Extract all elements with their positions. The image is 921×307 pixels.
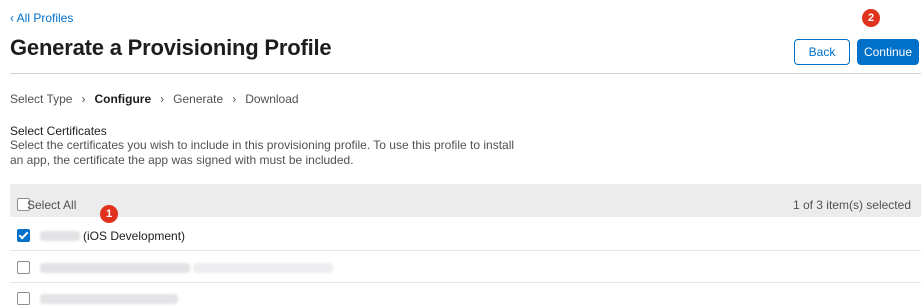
annotation-badge-1: 1 — [100, 205, 118, 223]
back-button[interactable]: Back — [794, 39, 850, 65]
certificate-row-label: (iOS Development) — [83, 229, 186, 243]
row-divider — [10, 282, 921, 283]
step-configure: Configure — [94, 92, 152, 106]
header-divider — [10, 73, 921, 74]
certificate-checkbox-2[interactable] — [17, 261, 30, 274]
progress-steps: Select Type › Configure › Generate › Dow… — [10, 92, 299, 106]
certificates-section-title: Select Certificates — [10, 124, 107, 138]
annotation-badge-2: 2 — [862, 9, 880, 27]
redacted-certificate-name — [40, 263, 190, 273]
page-title: Generate a Provisioning Profile — [10, 35, 332, 60]
redacted-certificate-detail — [193, 263, 333, 273]
step-download: Download — [245, 92, 299, 106]
row-divider — [10, 250, 921, 251]
select-all-label: Select All — [27, 198, 77, 212]
redacted-certificate-name — [40, 231, 80, 241]
certificates-section-description: Select the certificates you wish to incl… — [10, 138, 515, 167]
certificate-checkbox-3[interactable] — [17, 292, 30, 305]
selected-count: 1 of 3 item(s) selected — [792, 198, 911, 212]
provisioning-profile-page: ‹ All Profiles Generate a Provisioning P… — [0, 0, 921, 307]
continue-button[interactable]: Continue — [857, 39, 919, 65]
redacted-certificate-name — [40, 294, 178, 304]
step-generate: Generate — [173, 92, 224, 106]
certificate-checkbox-1[interactable] — [17, 229, 30, 242]
all-profiles-link[interactable]: ‹ All Profiles — [10, 11, 73, 25]
chevron-right-icon: › — [81, 92, 86, 106]
chevron-right-icon: › — [232, 92, 237, 106]
step-select-type: Select Type — [10, 92, 73, 106]
certificates-table-header — [10, 184, 921, 217]
chevron-right-icon: › — [160, 92, 165, 106]
